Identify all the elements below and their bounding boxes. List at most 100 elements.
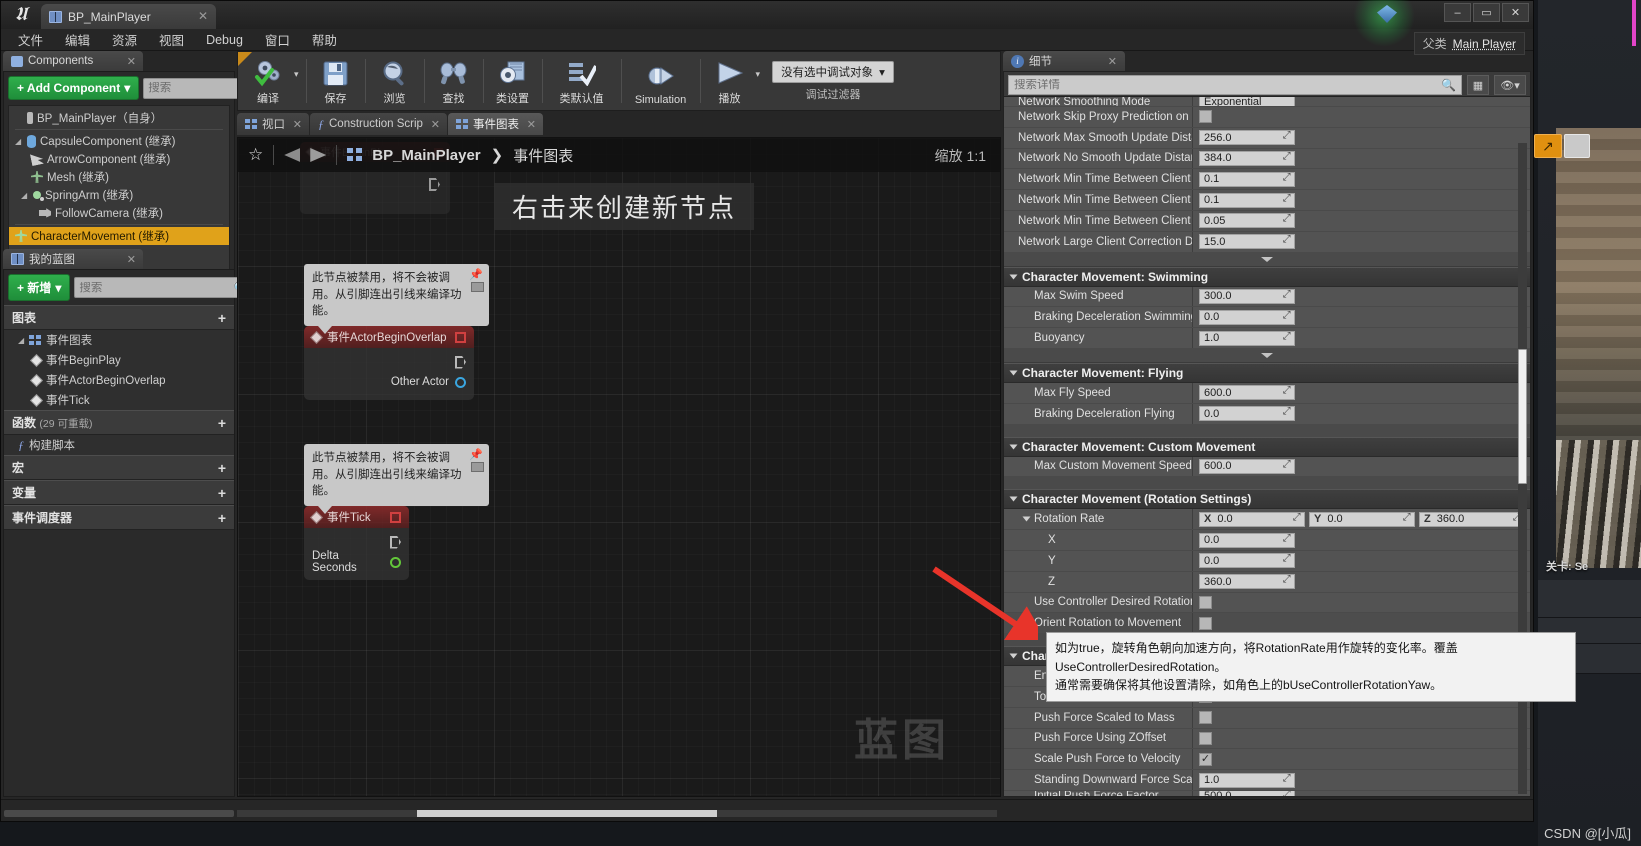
table-row[interactable]: Network No Smooth Update Distance 384.0: [1004, 148, 1530, 170]
section-functions[interactable]: 函数 (29 可重载) +: [4, 410, 234, 435]
favorite-star-icon[interactable]: ☆: [248, 145, 263, 165]
toolbar-compile-button[interactable]: 编译: [242, 53, 294, 109]
close-icon[interactable]: ✕: [527, 118, 536, 131]
tab-construction-script[interactable]: ƒ Construction Scrip ✕: [310, 113, 447, 135]
menu-item-edit[interactable]: 编辑: [56, 29, 99, 50]
rotation-rate-y-field[interactable]: Y 0.0: [1309, 511, 1415, 527]
section-collapse-handle[interactable]: [1004, 348, 1530, 363]
chevron-down-icon[interactable]: ▾: [756, 69, 761, 80]
node-event-actorbeginoverlap[interactable]: 此节点被禁用，将不会被调用。从引脚连出引线来编译功能。 📌 事件ActorBeg…: [304, 264, 489, 400]
table-row[interactable]: X 0.0: [1004, 530, 1530, 551]
pin-exec-out[interactable]: [312, 532, 401, 552]
tab-event-graph[interactable]: 事件图表 ✕: [447, 113, 543, 135]
add-event-dispatcher-button[interactable]: +: [218, 510, 226, 526]
property-checkbox[interactable]: ✓: [1199, 711, 1212, 725]
note-icon[interactable]: [471, 462, 484, 472]
close-icon[interactable]: ✕: [431, 118, 440, 131]
table-row[interactable]: Buoyancy 1.0: [1004, 328, 1530, 349]
parent-class-value[interactable]: Main Player: [1453, 37, 1516, 51]
table-row[interactable]: Network Smoothing Mode Exponential: [1004, 97, 1530, 107]
property-value-field[interactable]: 360.0: [1199, 574, 1295, 590]
add-graph-button[interactable]: +: [218, 310, 226, 326]
close-button[interactable]: ✕: [1502, 3, 1529, 22]
close-icon[interactable]: ✕: [1108, 55, 1117, 68]
exec-pin-icon[interactable]: [429, 178, 440, 191]
close-icon[interactable]: ✕: [127, 253, 136, 266]
property-value-field[interactable]: 384.0: [1199, 150, 1295, 166]
disabled-marker-icon[interactable]: [455, 331, 466, 343]
property-checkbox[interactable]: ✓: [1199, 595, 1212, 609]
exec-pin-icon[interactable]: [455, 355, 466, 369]
table-row[interactable]: Max Swim Speed 300.0: [1004, 286, 1530, 308]
section-macros[interactable]: 宏 +: [4, 455, 234, 480]
left-panel-scrollbar[interactable]: [4, 810, 234, 817]
menu-item-debug[interactable]: Debug: [197, 32, 252, 48]
details-visibility-button[interactable]: 👁 ▾: [1494, 75, 1526, 95]
table-row[interactable]: Push Force Scaled to Mass ✓: [1004, 707, 1530, 729]
menu-item-file[interactable]: 文件: [9, 29, 52, 50]
menu-item-window[interactable]: 窗口: [256, 29, 299, 50]
tree-item-charactermovement[interactable]: CharacterMovement (继承): [9, 227, 229, 245]
minimize-button[interactable]: –: [1444, 3, 1471, 22]
table-row[interactable]: Network Max Smooth Update Distanc 256.0: [1004, 127, 1530, 149]
exec-pin-icon[interactable]: [390, 535, 401, 549]
property-checkbox[interactable]: ✓: [1199, 110, 1212, 124]
tree-item-self[interactable]: BP_MainPlayer（自身）: [9, 109, 229, 127]
note-icon[interactable]: [471, 282, 484, 292]
menu-item-assets[interactable]: 资源: [103, 29, 146, 50]
pin-other-actor[interactable]: Other Actor: [312, 372, 466, 392]
category-swimming[interactable]: Character Movement: Swimming: [1004, 266, 1530, 287]
list-item-event-beginplay[interactable]: 事件BeginPlay: [4, 350, 234, 370]
property-value-field[interactable]: 1.0: [1199, 330, 1295, 346]
breadcrumb-leaf[interactable]: 事件图表: [513, 145, 573, 166]
my-blueprint-search-input[interactable]: [79, 281, 234, 294]
section-collapse-handle[interactable]: [1004, 252, 1530, 267]
tree-item-arrowcomponent[interactable]: ArrowComponent (继承): [9, 150, 229, 168]
my-blueprint-search-box[interactable]: 🔍: [74, 277, 254, 298]
category-rotation-settings[interactable]: Character Movement (Rotation Settings): [1004, 489, 1530, 510]
table-row[interactable]: Max Fly Speed 600.0: [1004, 382, 1530, 404]
object-pin-icon[interactable]: [455, 376, 466, 388]
maximize-button[interactable]: ▭: [1473, 3, 1500, 22]
toolbar-class-settings-button[interactable]: 类设置: [487, 53, 539, 109]
property-checkbox[interactable]: ✓: [1199, 752, 1212, 766]
tab-components[interactable]: Components ✕: [3, 51, 143, 71]
asset-tab-bp-mainplayer[interactable]: BP_MainPlayer ✕: [41, 4, 216, 29]
rotation-rate-z-field[interactable]: Z 360.0: [1419, 511, 1525, 527]
close-icon[interactable]: ✕: [198, 9, 208, 23]
tree-item-springarm[interactable]: ◢ SpringArm (继承): [9, 186, 229, 204]
details-grid-view-button[interactable]: ▦: [1467, 75, 1489, 95]
section-graphs[interactable]: 图表 +: [4, 305, 234, 330]
float-pin-icon[interactable]: [390, 556, 401, 568]
list-item-event-actorbeginoverlap[interactable]: 事件ActorBeginOverlap: [4, 370, 234, 390]
toolbar-simulation-button[interactable]: Simulation: [625, 53, 697, 109]
node-event-tick[interactable]: 此节点被禁用，将不会被调用。从引脚连出引线来编译功能。 📌 事件Tick Del…: [304, 444, 489, 580]
toolbar-save-button[interactable]: 保存: [310, 53, 362, 109]
property-value-field[interactable]: 600.0: [1199, 458, 1295, 474]
add-component-button[interactable]: + Add Component ▾: [8, 76, 140, 100]
table-row[interactable]: Braking Deceleration Swimming 0.0: [1004, 307, 1530, 329]
table-row[interactable]: Push Force Using ZOffset ✓: [1004, 728, 1530, 750]
forward-arrow-icon[interactable]: [310, 148, 327, 162]
tree-item-followcamera[interactable]: FollowCamera (继承): [9, 204, 229, 222]
add-new-button[interactable]: + 新增 ▾: [8, 274, 71, 301]
table-row[interactable]: Z 360.0: [1004, 571, 1530, 593]
table-row[interactable]: Use Controller Desired Rotation ✓: [1004, 592, 1530, 614]
tab-details[interactable]: i 细节 ✕: [1003, 51, 1125, 71]
details-search-input[interactable]: [1014, 79, 1442, 91]
table-row[interactable]: Network Min Time Between Client Ack 0.1: [1004, 169, 1530, 191]
table-row[interactable]: Max Custom Movement Speed 600.0: [1004, 456, 1530, 478]
property-value-field[interactable]: 1.0: [1199, 772, 1295, 788]
breadcrumb-root[interactable]: BP_MainPlayer: [372, 147, 480, 164]
table-row[interactable]: Network Skip Proxy Prediction on Net ✓: [1004, 107, 1530, 128]
chevron-down-icon[interactable]: ▾: [294, 69, 299, 80]
add-variable-button[interactable]: +: [218, 485, 226, 501]
property-value-field[interactable]: 0.0: [1199, 532, 1295, 548]
close-icon[interactable]: ✕: [127, 55, 136, 68]
background-move-tool-icon[interactable]: ↗: [1534, 134, 1562, 158]
toolbar-find-button[interactable]: 查找: [428, 53, 480, 109]
property-value-field[interactable]: 500.0: [1199, 790, 1295, 796]
expander-icon[interactable]: [1022, 516, 1031, 522]
pin-delta-seconds[interactable]: Delta Seconds: [312, 550, 401, 574]
tree-item-capsulecomponent[interactable]: ◢ CapsuleComponent (继承): [9, 132, 229, 150]
